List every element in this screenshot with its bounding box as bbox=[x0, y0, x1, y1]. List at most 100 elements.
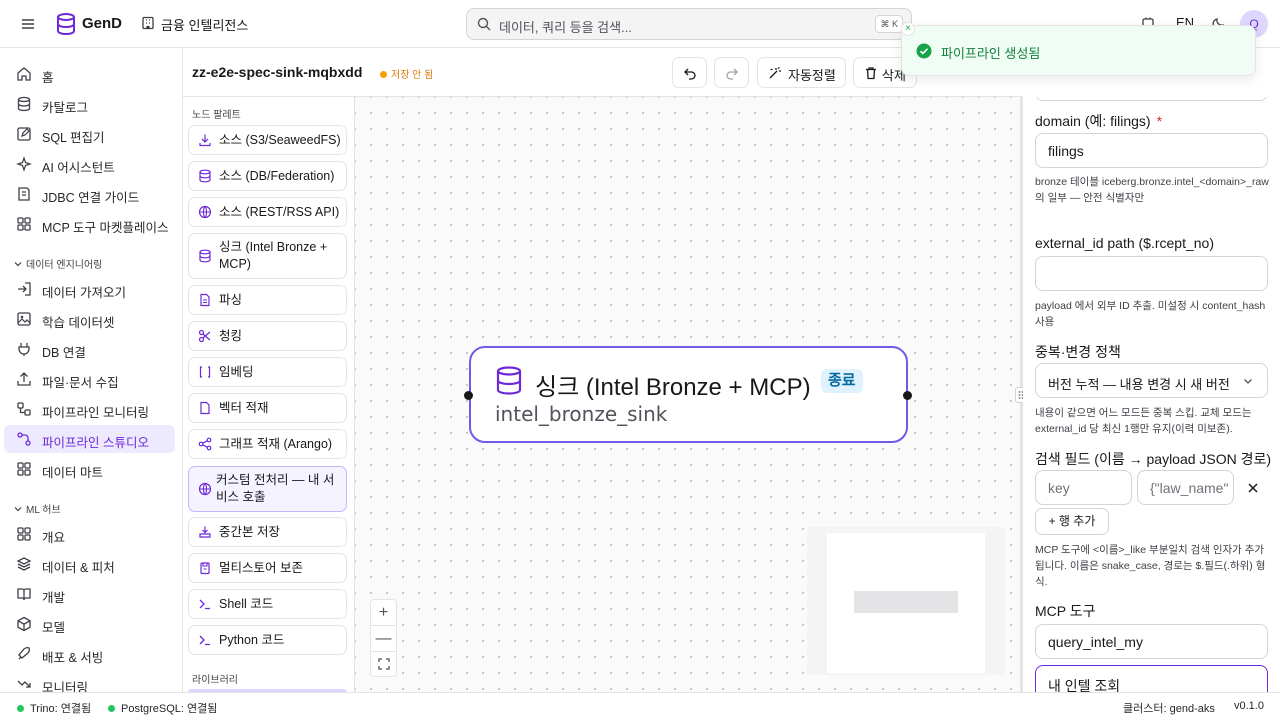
external-id-input[interactable] bbox=[1035, 256, 1268, 291]
remove-row-button[interactable] bbox=[1247, 479, 1259, 494]
palette-item-shell[interactable]: Shell 코드 bbox=[188, 589, 347, 619]
building-icon bbox=[141, 16, 155, 30]
pipeline-node-sink[interactable]: 싱크 (Intel Bronze + MCP) 종료 intel_bronze_… bbox=[469, 346, 908, 443]
palette-item-source-s3[interactable]: 소스 (S3/SeaweedFS) bbox=[188, 125, 347, 155]
sidebar-item-file-ingest[interactable]: 파일·문서 수집 bbox=[4, 365, 175, 393]
sidebar-item-development[interactable]: 개발 bbox=[4, 580, 175, 608]
workflow-studio-icon bbox=[16, 431, 32, 447]
palette-title: 노드 팔레트 bbox=[192, 110, 241, 121]
menu-icon[interactable] bbox=[20, 16, 36, 32]
palette-item-source-rest[interactable]: 소스 (REST/RSS API) bbox=[188, 197, 347, 227]
palette-item-vector-load[interactable]: 벡터 적재 bbox=[188, 393, 347, 423]
palette-item-chunk[interactable]: 청킹 bbox=[188, 321, 347, 351]
database-icon bbox=[198, 169, 212, 183]
sidebar-item-models[interactable]: 모델 bbox=[4, 610, 175, 638]
palette-item-graph-load[interactable]: 그래프 적재 (Arango) bbox=[188, 429, 347, 459]
sidebar-item-label: 개발 bbox=[42, 591, 66, 605]
search-field-path-input[interactable]: {"law_name" bbox=[1137, 470, 1234, 505]
sidebar-item-db-connection[interactable]: DB 연결 bbox=[4, 335, 175, 363]
domain-input[interactable]: filings bbox=[1035, 133, 1268, 168]
workspace-name[interactable]: 금융 인텔리전스 bbox=[161, 15, 248, 34]
sidebar-item-data-import[interactable]: 데이터 가져오기 bbox=[4, 275, 175, 303]
toast-close-button[interactable]: × bbox=[901, 22, 915, 36]
palette-item-parse[interactable]: 파싱 bbox=[188, 285, 347, 315]
mcp-tool-input[interactable]: query_intel_my bbox=[1035, 624, 1268, 659]
search-icon bbox=[477, 17, 491, 31]
upload-icon bbox=[16, 371, 32, 387]
unsaved-dot bbox=[380, 71, 387, 78]
globe-icon bbox=[198, 205, 212, 219]
scissors-icon bbox=[198, 329, 212, 343]
dedup-value: 버전 누적 — 내용 변경 시 새 버전 bbox=[1048, 377, 1230, 392]
auto-layout-label: 자동정렬 bbox=[788, 68, 836, 83]
sidebar-item-home[interactable]: 홈 bbox=[4, 60, 175, 88]
palette-item-python[interactable]: Python 코드 bbox=[188, 625, 347, 655]
domain-value: filings bbox=[1048, 143, 1084, 159]
node-palette: 노드 팔레트 소스 (S3/SeaweedFS) 소스 (DB/Federati… bbox=[183, 97, 355, 692]
search-fields-label: 검색 필드 (이름 → payload JSON 경로) bbox=[1035, 451, 1272, 467]
add-row-button[interactable]: + 행 추가 bbox=[1035, 508, 1109, 535]
palette-item-intermediate-save[interactable]: 중간본 저장 bbox=[188, 517, 347, 547]
sidebar-item-label: MCP 도구 마켓플레이스 bbox=[42, 221, 169, 235]
redo-button[interactable] bbox=[714, 57, 749, 88]
sidebar-item-training-dataset[interactable]: 학습 데이터셋 bbox=[4, 305, 175, 333]
library-title: 라이브러리 bbox=[192, 675, 238, 686]
undo-button[interactable] bbox=[672, 57, 707, 88]
fit-view-button[interactable] bbox=[371, 652, 396, 678]
sidebar-item-ai-assistant[interactable]: AI 어시스턴트 bbox=[4, 150, 175, 178]
palette-item-multistore[interactable]: 멀티스토어 보존 bbox=[188, 553, 347, 583]
global-search[interactable]: 데이터, 쿼리 등을 검색... ⌘ K bbox=[466, 8, 912, 40]
sidebar-item-mcp-marketplace[interactable]: MCP 도구 마켓플레이스 bbox=[4, 210, 175, 238]
sidebar-item-data-mart[interactable]: 데이터 마트 bbox=[4, 455, 175, 483]
grid-icon bbox=[16, 461, 32, 477]
trend-icon bbox=[16, 676, 32, 692]
brand-name[interactable]: GenD bbox=[82, 15, 122, 32]
palette-item-source-db[interactable]: 소스 (DB/Federation) bbox=[188, 161, 347, 191]
section-data-engineering[interactable]: 데이터 엔지니어링 bbox=[14, 256, 102, 271]
chevron-down-icon bbox=[14, 262, 22, 267]
home-icon bbox=[16, 66, 32, 82]
sidebar-item-label: 홈 bbox=[42, 71, 54, 85]
dedup-label: 중복·변경 정책 bbox=[1035, 344, 1121, 360]
dedup-hint: 내용이 같으면 어느 모드든 중복 스킵. 교체 모드는 external_id… bbox=[1035, 407, 1252, 435]
mcp-tool-desc-input[interactable]: 내 인텔 조회 bbox=[1035, 665, 1268, 692]
sidebar-item-sql-editor[interactable]: SQL 편집기 bbox=[4, 120, 175, 148]
auto-layout-button[interactable]: 자동정렬 bbox=[757, 57, 846, 88]
key-placeholder: key bbox=[1048, 480, 1070, 496]
cluster-name: 클러스터: gend-aks bbox=[1123, 703, 1215, 715]
editor-toolbar: zz-e2e-spec-sink-mqbxdd 저장 안 됨 자동정렬 삭제 bbox=[183, 48, 1023, 97]
sidebar-item-data-features[interactable]: 데이터 & 피처 bbox=[4, 550, 175, 578]
minimap[interactable] bbox=[807, 527, 1005, 675]
sparkles-icon bbox=[16, 156, 32, 172]
search-field-key-input[interactable]: key bbox=[1035, 470, 1132, 505]
section-ml-hub[interactable]: ML 허브 bbox=[14, 501, 61, 516]
external-id-label: external_id path ($.rcept_no) bbox=[1035, 235, 1214, 251]
sidebar-item-overview[interactable]: 개요 bbox=[4, 520, 175, 548]
sidebar-item-jdbc-guide[interactable]: JDBC 연결 가이드 bbox=[4, 180, 175, 208]
sidebar-item-monitoring[interactable]: 모니터링 bbox=[4, 670, 175, 692]
palette-item-custom-preprocess[interactable]: 커스텀 전처리 — 내 서비스 호출 bbox=[188, 466, 347, 512]
sidebar-item-pipeline-monitoring[interactable]: 파이프라인 모니터링 bbox=[4, 395, 175, 423]
sidebar-item-label: 개요 bbox=[42, 531, 66, 545]
dedup-select[interactable]: 버전 누적 — 내용 변경 시 새 버전 bbox=[1035, 363, 1268, 398]
node-input-handle[interactable] bbox=[464, 391, 473, 400]
sidebar-item-catalog[interactable]: 카탈로그 bbox=[4, 90, 175, 118]
zoom-in-button[interactable]: + bbox=[371, 600, 396, 626]
zoom-out-button[interactable]: — bbox=[371, 626, 396, 652]
path-placeholder: {"law_name" bbox=[1150, 480, 1228, 496]
pipeline-name[interactable]: zz-e2e-spec-sink-mqbxdd bbox=[192, 64, 362, 80]
node-badge: 종료 bbox=[821, 369, 863, 393]
palette-item-label: 파싱 bbox=[219, 293, 243, 307]
edit-icon bbox=[16, 126, 32, 142]
palette-item-embedding[interactable]: 임베딩 bbox=[188, 357, 347, 387]
palette-item-sink-intel[interactable]: 싱크 (Intel Bronze + MCP) bbox=[188, 233, 347, 279]
sidebar-item-deploy-serving[interactable]: 배포 & 서빙 bbox=[4, 640, 175, 668]
pipeline-canvas[interactable]: 싱크 (Intel Bronze + MCP) 종료 intel_bronze_… bbox=[355, 97, 1020, 692]
required-marker: * bbox=[1156, 113, 1163, 129]
sidebar-item-pipeline-studio[interactable]: 파이프라인 스튜디오 bbox=[4, 425, 175, 453]
node-output-handle[interactable] bbox=[903, 391, 912, 400]
domain-label-text: domain (예: filings) bbox=[1035, 113, 1151, 129]
share-icon bbox=[198, 437, 212, 451]
redo-icon bbox=[725, 66, 739, 80]
previous-field[interactable] bbox=[1035, 97, 1268, 101]
